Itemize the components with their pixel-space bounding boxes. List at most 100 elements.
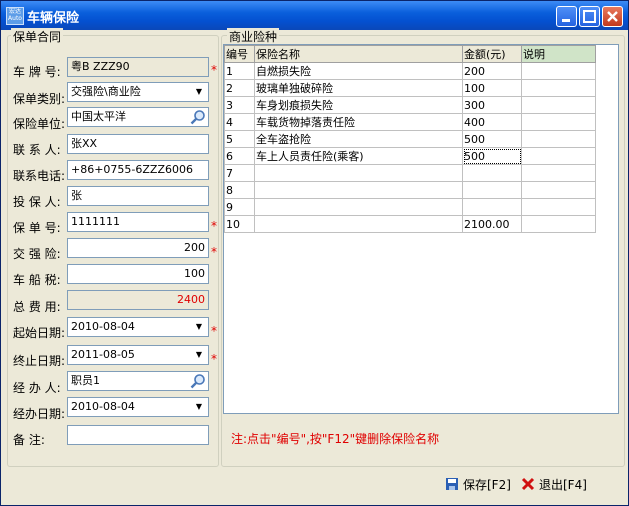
row-name[interactable]: 玻璃单独破碎险 (254, 79, 463, 97)
row-number[interactable]: 8 (224, 181, 255, 199)
chevron-down-icon[interactable]: ▼ (191, 347, 207, 363)
search-icon[interactable] (190, 109, 206, 125)
save-button[interactable]: 保存[F2] (445, 476, 511, 494)
row-name[interactable] (254, 198, 463, 216)
table-row[interactable]: 2 玻璃单独破碎险 100 (224, 79, 596, 97)
handle-date-picker[interactable]: 2010-08-04 ▼ (67, 397, 209, 417)
row-note[interactable] (521, 130, 596, 148)
row-name[interactable]: 车载货物掉落责任险 (254, 113, 463, 131)
row-number[interactable]: 2 (224, 79, 255, 97)
start-date-picker[interactable]: 2010-08-04 ▼ (67, 317, 209, 337)
row-note[interactable] (521, 164, 596, 182)
insurer-label: 保险单位: (13, 117, 66, 131)
table-total-row[interactable]: 10 2100.00 (224, 215, 596, 233)
row-name[interactable]: 自燃损失险 (254, 62, 463, 80)
close-icon (607, 11, 618, 22)
table-row[interactable]: 5 全车盗抢险 500 (224, 130, 596, 148)
exit-button[interactable]: 退出[F4] (521, 476, 587, 494)
insurance-type-select[interactable]: 交强险\商业险 ▼ (67, 82, 209, 102)
remark-label: 备 注: (13, 433, 45, 447)
table-row[interactable]: 1 自燃损失险 200 (224, 62, 596, 80)
row-name[interactable]: 全车盗抢险 (254, 130, 463, 148)
policy-no-label: 保 单 号: (13, 221, 61, 235)
insured-field[interactable]: 张 (67, 186, 209, 206)
save-icon (446, 478, 458, 490)
row-number[interactable]: 3 (224, 96, 255, 114)
handle-date-value: 2010-08-04 (71, 400, 135, 413)
table-row[interactable]: 6 车上人员责任险(乘客) 500 (224, 147, 596, 165)
row-name[interactable]: 车上人员责任险(乘客) (254, 147, 463, 165)
maximize-button[interactable] (579, 6, 600, 27)
compulsory-required-mark: * (211, 245, 217, 259)
handler-label: 经 办 人: (13, 381, 61, 395)
row-name[interactable] (254, 164, 463, 182)
close-button[interactable] (602, 6, 623, 27)
table-row[interactable]: 8 (224, 181, 596, 199)
table-row[interactable]: 4 车载货物掉落责任险 400 (224, 113, 596, 131)
row-amount-total[interactable]: 2100.00 (462, 215, 522, 233)
chevron-down-icon[interactable]: ▼ (191, 399, 207, 415)
row-note[interactable] (521, 113, 596, 131)
plate-field[interactable]: 粤B ZZZ90 (67, 57, 209, 77)
start-date-required-mark: * (211, 324, 217, 338)
handler-value: 职员1 (71, 374, 100, 387)
row-amount[interactable]: 300 (462, 96, 522, 114)
table-row[interactable]: 3 车身划痕损失险 300 (224, 96, 596, 114)
row-number[interactable]: 4 (224, 113, 255, 131)
remark-field[interactable] (67, 425, 209, 445)
policy-no-required-mark: * (211, 219, 217, 233)
insurance-window: 宏达 Auto 车辆保险 保单合同 车 牌 号: 粤B ZZZ90 * 保单类别… (0, 0, 629, 506)
row-number[interactable]: 5 (224, 130, 255, 148)
row-number[interactable]: 6 (224, 147, 255, 165)
vessel-tax-field[interactable]: 100 (67, 264, 209, 284)
exit-icon (521, 477, 535, 491)
row-name[interactable] (254, 181, 463, 199)
search-icon[interactable] (190, 373, 206, 389)
table-row[interactable]: 7 (224, 164, 596, 182)
row-amount[interactable] (462, 181, 522, 199)
row-note[interactable] (521, 215, 596, 233)
row-name[interactable] (254, 215, 463, 233)
policy-no-field[interactable]: 1111111 (67, 212, 209, 232)
insurer-field[interactable]: 中国太平洋 (67, 107, 209, 127)
row-number[interactable]: 1 (224, 62, 255, 80)
column-header-number[interactable]: 编号 (224, 45, 255, 63)
vessel-tax-label: 车 船 税: (13, 273, 61, 287)
contact-label: 联 系 人: (13, 143, 61, 157)
row-note[interactable] (521, 147, 596, 165)
row-amount[interactable] (462, 198, 522, 216)
save-button-label: 保存[F2] (463, 478, 511, 492)
phone-field[interactable]: +86+0755-6ZZZ6006 (67, 160, 209, 180)
row-note[interactable] (521, 198, 596, 216)
start-date-label: 起始日期: (13, 326, 66, 340)
row-name[interactable]: 车身划痕损失险 (254, 96, 463, 114)
row-amount[interactable] (462, 164, 522, 182)
column-header-note[interactable]: 说明 (521, 45, 596, 63)
row-number[interactable]: 9 (224, 198, 255, 216)
row-note[interactable] (521, 62, 596, 80)
contract-group-label: 保单合同 (11, 28, 64, 45)
table-row[interactable]: 9 (224, 198, 596, 216)
title-bar[interactable]: 宏达 Auto 车辆保险 (1, 1, 628, 30)
handler-field[interactable]: 职员1 (67, 371, 209, 391)
contact-field[interactable]: 张XX (67, 134, 209, 154)
row-amount[interactable]: 500 (462, 130, 522, 148)
minimize-button[interactable] (556, 6, 577, 27)
row-note[interactable] (521, 79, 596, 97)
insurance-grid[interactable]: 编号 保险名称 金额(元) 说明 1 自燃损失险 200 2 玻璃单独破碎险 100 3… (223, 44, 619, 414)
row-note[interactable] (521, 181, 596, 199)
chevron-down-icon[interactable]: ▼ (191, 84, 207, 100)
row-amount[interactable]: 400 (462, 113, 522, 131)
row-number[interactable]: 10 (224, 215, 255, 233)
row-number[interactable]: 7 (224, 164, 255, 182)
row-amount[interactable]: 200 (462, 62, 522, 80)
row-amount[interactable]: 100 (462, 79, 522, 97)
chevron-down-icon[interactable]: ▼ (191, 319, 207, 335)
row-amount[interactable]: 500 (462, 147, 522, 165)
total-field: 2400 (67, 290, 209, 310)
compulsory-field[interactable]: 200 (67, 238, 209, 258)
end-date-picker[interactable]: 2011-08-05 ▼ (67, 345, 209, 365)
row-note[interactable] (521, 96, 596, 114)
column-header-name[interactable]: 保险名称 (254, 45, 463, 63)
column-header-amount[interactable]: 金额(元) (462, 45, 522, 63)
